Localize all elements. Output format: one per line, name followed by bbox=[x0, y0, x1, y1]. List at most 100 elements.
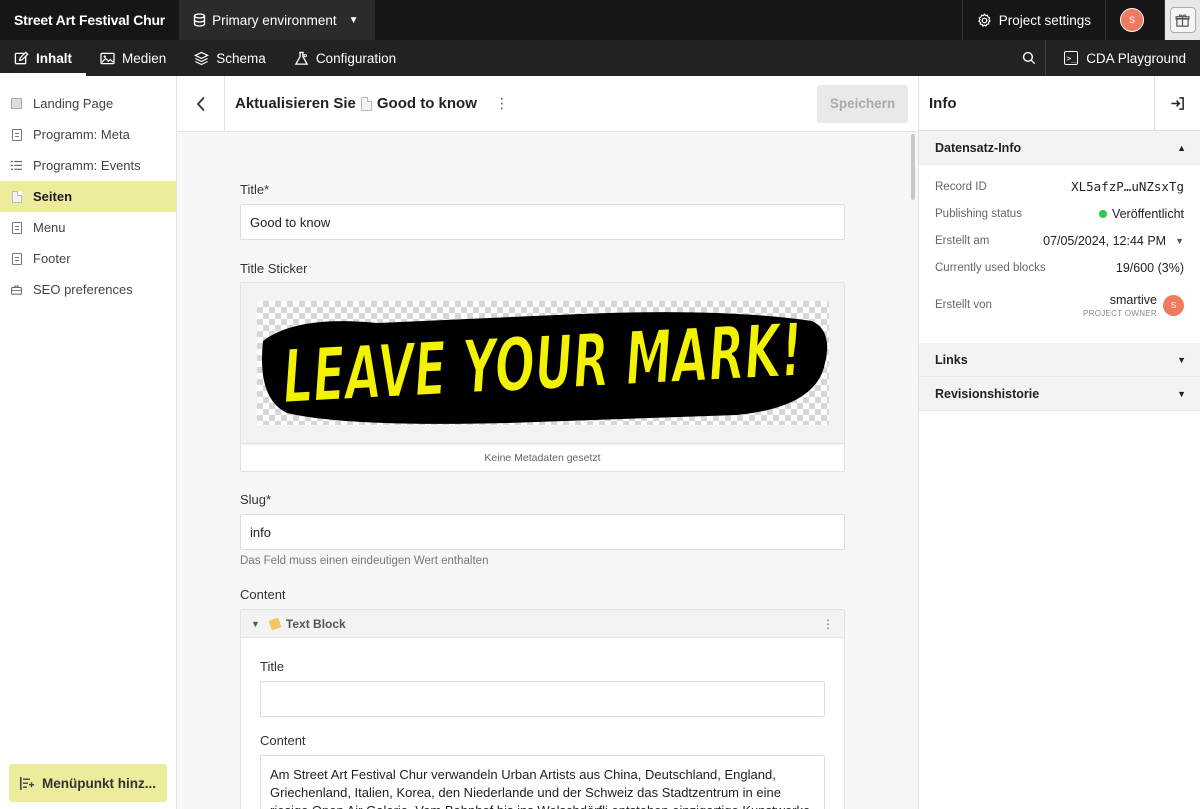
tab-configuration[interactable]: Configuration bbox=[280, 40, 410, 76]
content-label: Content bbox=[240, 587, 286, 602]
slug-hint: Das Feld muss einen eindeutigen Wert ent… bbox=[240, 555, 489, 567]
sidebar-item-menu[interactable]: Menu bbox=[0, 212, 176, 243]
sidebar-item-label: SEO preferences bbox=[33, 282, 133, 297]
project-name[interactable]: Street Art Festival Chur bbox=[0, 0, 179, 40]
text-block-name: Text Block bbox=[285, 616, 346, 631]
text-block-header[interactable]: ▼ Text Block ⋮ bbox=[241, 610, 844, 638]
status-label: Publishing status bbox=[935, 207, 1022, 220]
info-panel: Info Datensatz-Info ▲ Record ID XL5afzP…… bbox=[918, 75, 1200, 809]
gear-icon bbox=[977, 12, 991, 27]
scrollbar[interactable] bbox=[911, 134, 915, 200]
tab-inhalt[interactable]: Inhalt bbox=[0, 40, 86, 76]
page-icon bbox=[360, 96, 372, 111]
sidebar-item-label: Footer bbox=[33, 251, 71, 266]
slug-input[interactable]: info bbox=[240, 514, 845, 550]
created-dropdown[interactable]: 07/05/2024, 12:44 PM ▼ bbox=[1043, 234, 1184, 248]
tab-schema-label: Schema bbox=[216, 50, 266, 66]
close-panel-button[interactable] bbox=[1154, 75, 1200, 131]
main-nav: Inhalt Medien Schema Configuration >_ CD… bbox=[0, 40, 1200, 76]
doc-icon bbox=[11, 252, 22, 265]
sidebar-item-label: Landing Page bbox=[33, 96, 114, 111]
exit-panel-icon bbox=[1171, 96, 1184, 110]
block-content-label: Content bbox=[260, 733, 306, 748]
tab-medien[interactable]: Medien bbox=[86, 40, 180, 76]
add-list-icon bbox=[20, 776, 34, 790]
author[interactable]: smartive PROJECT OWNER S bbox=[1083, 293, 1184, 318]
cda-playground-label: CDA Playground bbox=[1086, 50, 1186, 66]
info-title: Info bbox=[929, 94, 957, 112]
row-created-at: Erstellt am 07/05/2024, 12:44 PM ▼ bbox=[935, 227, 1184, 254]
media-caption: Keine Metadaten gesetzt bbox=[241, 443, 844, 471]
record-editor: Aktualisieren Sie Good to know ⋮ Speiche… bbox=[177, 76, 918, 809]
section-links-label: Links bbox=[935, 352, 968, 367]
row-created-by: Erstellt von smartive PROJECT OWNER S bbox=[935, 281, 1184, 329]
sidebar-item-seiten[interactable]: Seiten bbox=[0, 181, 176, 212]
search-button[interactable] bbox=[1012, 40, 1047, 76]
sticker-image[interactable]: LEAVE YOUR MARK! bbox=[257, 301, 829, 425]
caret-up-icon: ▲ bbox=[1177, 142, 1186, 153]
sidebar-item-landing-page[interactable]: Landing Page bbox=[0, 88, 176, 119]
tab-configuration-label: Configuration bbox=[315, 50, 397, 66]
tab-medien-label: Medien bbox=[122, 50, 167, 66]
record-id-value[interactable]: XL5afzP…uNZsxTg bbox=[1071, 179, 1184, 194]
cda-playground-button[interactable]: >_ CDA Playground bbox=[1046, 51, 1200, 66]
caret-down-icon: ▼ bbox=[1175, 235, 1184, 246]
title-sticker-field[interactable]: LEAVE YOUR MARK! Keine Metadaten gesetzt bbox=[240, 282, 845, 472]
row-blocks: Currently used blocks 19/600 (3%) bbox=[935, 254, 1184, 281]
row-record-id: Record ID XL5afzP…uNZsxTg bbox=[935, 173, 1184, 200]
text-block: ▼ Text Block ⋮ Title Content Am Street A… bbox=[240, 609, 845, 809]
list-icon bbox=[11, 159, 22, 172]
back-button[interactable] bbox=[177, 76, 225, 132]
database-icon bbox=[193, 13, 206, 27]
memo-icon bbox=[268, 617, 282, 630]
sidebar-item-seo-preferences[interactable]: SEO preferences bbox=[0, 274, 176, 305]
page-title-prefix: Aktualisieren Sie bbox=[235, 95, 356, 112]
briefcase-icon bbox=[11, 283, 22, 296]
search-icon bbox=[1022, 51, 1035, 65]
page-icon bbox=[11, 190, 22, 203]
author-role: PROJECT OWNER bbox=[1083, 308, 1157, 318]
save-button[interactable]: Speichern bbox=[817, 84, 908, 123]
blocks-value: 19/600 (3%) bbox=[1115, 260, 1184, 275]
user-avatar[interactable]: S bbox=[1120, 8, 1144, 32]
section-revisions[interactable]: Revisionshistorie ▼ bbox=[919, 377, 1200, 411]
sidebar-item-programm-meta[interactable]: Programm: Meta bbox=[0, 119, 176, 150]
sidebar-item-label: Menu bbox=[33, 220, 66, 235]
blocks-label: Currently used blocks bbox=[935, 261, 1046, 274]
title-sticker-label: Title Sticker bbox=[240, 261, 308, 276]
author-name: smartive bbox=[1109, 292, 1157, 307]
editor-header: Aktualisieren Sie Good to know ⋮ Speiche… bbox=[177, 76, 918, 132]
page-title-record: Good to know bbox=[376, 95, 477, 112]
tab-schema[interactable]: Schema bbox=[180, 40, 280, 76]
add-menu-item-label: Menüpunkt hinz... bbox=[42, 775, 156, 791]
doc-icon bbox=[11, 128, 22, 141]
record-info-rows: Record ID XL5afzP…uNZsxTg Publishing sta… bbox=[919, 165, 1200, 343]
project-settings-button[interactable]: Project settings bbox=[961, 0, 1106, 40]
block-title-input[interactable] bbox=[260, 681, 825, 717]
section-record-info[interactable]: Datensatz-Info ▲ bbox=[919, 131, 1200, 165]
whats-new-button[interactable] bbox=[1164, 0, 1200, 40]
caret-down-icon: ▼ bbox=[1177, 354, 1186, 365]
add-menu-item-button[interactable]: Menüpunkt hinz... bbox=[9, 764, 167, 802]
page-title: Aktualisieren Sie Good to know bbox=[235, 95, 477, 112]
title-input[interactable]: Good to know bbox=[240, 204, 845, 240]
created-value: 07/05/2024, 12:44 PM bbox=[1043, 233, 1167, 248]
environment-selector[interactable]: Primary environment ▼ bbox=[179, 0, 375, 40]
sidebar: Landing Page Programm: Meta Programm: Ev… bbox=[0, 76, 177, 809]
sidebar-item-footer[interactable]: Footer bbox=[0, 243, 176, 274]
block-options-icon[interactable]: ⋮ bbox=[822, 617, 834, 631]
more-options-icon[interactable]: ⋮ bbox=[495, 95, 509, 112]
page-icon bbox=[11, 97, 22, 110]
sidebar-item-programm-events[interactable]: Programm: Events bbox=[0, 150, 176, 181]
top-bar: Street Art Festival Chur Primary environ… bbox=[0, 0, 1200, 40]
project-settings-label: Project settings bbox=[998, 12, 1091, 28]
record-form: Title* Good to know Title Sticker LEAVE … bbox=[240, 132, 845, 809]
row-publishing-status: Publishing status Veröffentlicht bbox=[935, 200, 1184, 227]
caret-down-icon[interactable]: ▼ bbox=[251, 619, 260, 629]
chevron-left-icon bbox=[196, 96, 205, 111]
layers-icon bbox=[194, 51, 210, 65]
section-links[interactable]: Links ▼ bbox=[919, 343, 1200, 377]
block-content-textarea[interactable]: Am Street Art Festival Chur verwandeln U… bbox=[260, 755, 825, 809]
block-title-label: Title bbox=[260, 659, 285, 674]
media-preview: LEAVE YOUR MARK! bbox=[241, 283, 844, 445]
